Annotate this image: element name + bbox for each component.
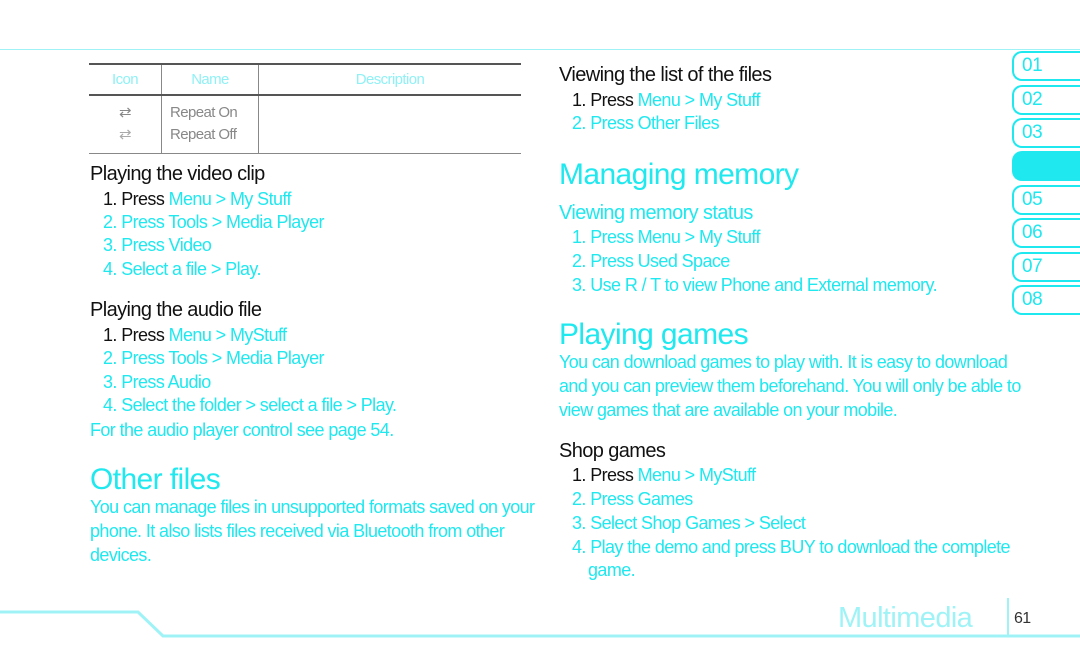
page-number: 61	[1014, 610, 1031, 627]
chapter-tab-08[interactable]: 08	[1012, 285, 1080, 315]
shop-step: 4. Play the demo and press BUY to downlo…	[572, 537, 1011, 557]
audio-step: 3. Press Audio	[103, 372, 211, 392]
memory-step: 2. Press Used Space	[572, 251, 730, 271]
other-files-text: You can manage files in unsupported form…	[90, 497, 535, 517]
audio-heading: Playing the audio file	[90, 299, 262, 321]
video-step: 2. Press Tools > Media Player	[103, 212, 325, 232]
video-step: 1. Press Menu > My Stuff	[103, 189, 291, 209]
other-files-text: phone. It also lists files received via …	[90, 521, 505, 541]
shop-step: 3. Select Shop Games > Select	[572, 513, 806, 533]
repeat-on-icon: ⇄	[119, 104, 132, 121]
shop-step-cont: game.	[588, 560, 636, 580]
repeat-off-icon: ⇄	[119, 126, 132, 143]
games-text: view games that are available on your mo…	[559, 400, 898, 420]
icon-table: Icon Name Description ⇄ ⇄ Repeat On Repeat…	[89, 63, 521, 154]
audio-step: 2. Press Tools > Media Player	[103, 348, 325, 368]
chapter-tab-02[interactable]: 02	[1012, 85, 1080, 115]
chapter-tab-06[interactable]: 06	[1012, 218, 1080, 248]
games-text: You can download games to play with. It …	[559, 352, 1008, 372]
other-files-heading: Other files	[90, 463, 221, 496]
col-name: Name	[161, 63, 259, 96]
games-heading: Playing games	[559, 318, 749, 351]
other-files-text: devices.	[90, 545, 152, 565]
video-heading: Playing the video clip	[90, 163, 265, 185]
header-rule	[0, 49, 1080, 50]
memory-step: 3. Use R / T to view Phone and External …	[572, 275, 938, 295]
footer-section-title: Multimedia	[838, 602, 973, 634]
shop-games-heading: Shop games	[559, 440, 666, 462]
video-step: 4. Select a file > Play.	[103, 259, 261, 279]
col-icon: Icon	[89, 63, 162, 96]
col-description: Description	[258, 63, 521, 96]
video-step: 3. Press Video	[103, 235, 212, 255]
audio-step: 1. Press Menu > MyStuff	[103, 325, 287, 345]
chapter-tab-03[interactable]: 03	[1012, 118, 1080, 148]
footer-divider	[1007, 598, 1009, 635]
memory-subheading: Viewing memory status	[559, 202, 753, 224]
games-text: and you can preview them beforehand. You…	[559, 376, 1021, 396]
list-heading: Viewing the list of the files	[559, 64, 772, 86]
memory-step: 1. Press Menu > My Stuff	[572, 227, 760, 247]
shop-step: 2. Press Games	[572, 489, 693, 509]
repeat-on-name: Repeat On	[170, 104, 238, 121]
chapter-tab-05[interactable]: 05	[1012, 185, 1080, 215]
list-step: 2. Press Other Files	[572, 113, 720, 133]
chapter-tab-04-active[interactable]	[1012, 151, 1080, 181]
chapter-tab-07[interactable]: 07	[1012, 252, 1080, 282]
shop-step: 1. Press Menu > MyStuff	[572, 465, 756, 485]
audio-step: 4. Select the folder > select a file > P…	[103, 395, 397, 415]
chapter-tab-01[interactable]: 01	[1012, 51, 1080, 81]
repeat-off-name: Repeat Off	[170, 126, 237, 143]
table-row: ⇄ ⇄ Repeat On Repeat Off	[89, 95, 521, 154]
list-step: 1. Press Menu > My Stuff	[572, 90, 760, 110]
audio-note: For the audio player control see page 54…	[90, 420, 394, 440]
memory-heading: Managing memory	[559, 158, 799, 191]
